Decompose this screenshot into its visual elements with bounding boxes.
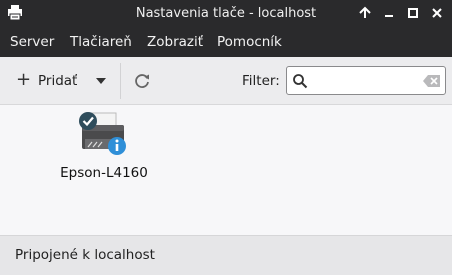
printer-icon (79, 112, 126, 155)
maximize-icon[interactable] (405, 5, 421, 21)
refresh-icon[interactable] (132, 71, 152, 91)
maximize-up-icon[interactable] (357, 5, 373, 21)
status-text: Pripojené k localhost (15, 247, 155, 263)
add-button[interactable]: + Pridať (10, 69, 110, 93)
menu-bar: Server Tlačiareň Zobraziť Pomocník (0, 27, 452, 57)
minimize-icon[interactable] (381, 5, 397, 21)
clear-icon[interactable] (423, 74, 441, 88)
toolbar: + Pridať Filter: (0, 57, 452, 105)
add-button-label: Pridať (38, 73, 78, 89)
toolbar-separator (120, 63, 121, 99)
filter-field[interactable] (286, 66, 446, 95)
default-check-icon (79, 112, 97, 130)
menu-server[interactable]: Server (10, 34, 54, 50)
filter-label: Filter: (242, 73, 280, 89)
printer-list: Epson-L4160 (0, 105, 452, 235)
menu-help[interactable]: Pomocník (217, 34, 282, 50)
menu-view[interactable]: Zobraziť (147, 34, 203, 50)
printer-item[interactable]: Epson-L4160 (54, 111, 154, 191)
filter-input[interactable] (311, 71, 421, 91)
title-bar: Nastavenia tlače - localhost (0, 0, 452, 27)
search-icon (293, 74, 308, 89)
menu-printer[interactable]: Tlačiareň (70, 34, 132, 50)
plus-icon: + (16, 69, 32, 90)
printer-name: Epson-L4160 (60, 165, 148, 181)
close-icon[interactable] (429, 5, 445, 21)
chevron-down-icon[interactable] (96, 78, 106, 84)
status-bar: Pripojené k localhost (0, 235, 452, 275)
